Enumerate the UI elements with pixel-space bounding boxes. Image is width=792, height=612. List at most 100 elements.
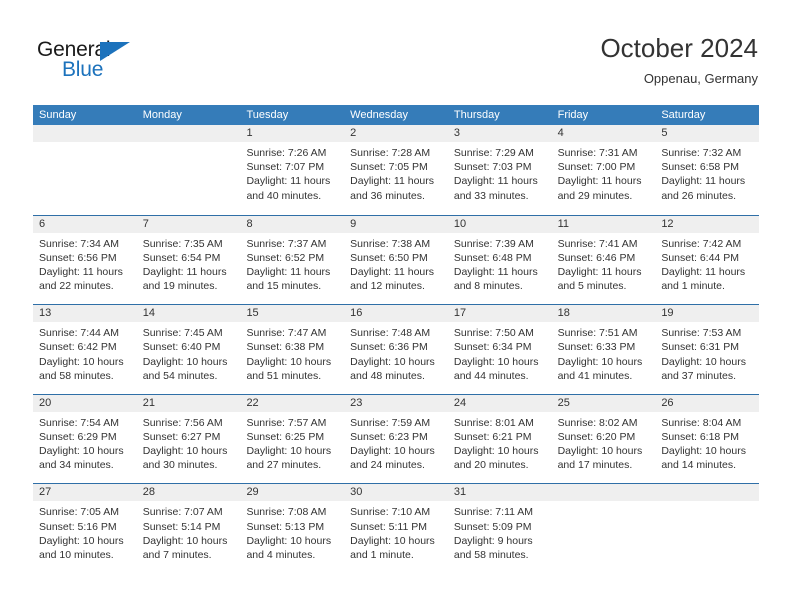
sunrise-line: Sunrise: 7:51 AM [557,327,638,340]
day-cell[interactable]: 10 Sunrise: 7:39 AM Sunset: 6:48 PM Dayligh… [447,215,552,305]
day-cell[interactable]: 1 Sunrise: 7:26 AM Sunset: 7:07 PM Daylight… [240,125,345,215]
day-cell[interactable]: 13 Sunrise: 7:44 AM Sunset: 6:42 PM Dayligh… [33,305,137,394]
daylight-line-1: Daylight: 10 hours [39,445,124,458]
date-number: 12 [661,217,674,230]
day-details: Sunrise: 7:39 AM Sunset: 6:48 PM Daylight:… [448,233,552,294]
week-row: 1 Sunrise: 7:26 AM Sunset: 7:07 PM Daylight… [33,125,760,215]
date-number: 13 [39,307,52,320]
sunset-line: Sunset: 5:14 PM [142,520,221,533]
date-band: 22 [240,394,345,412]
daylight-line-2: and 8 minutes. [453,280,523,293]
date-band [655,484,760,502]
day-cell[interactable]: 9 Sunrise: 7:38 AM Sunset: 6:50 PM Daylight… [344,215,448,305]
weekday-header-tuesday: Tuesday [246,109,289,121]
sunrise-line: Sunrise: 7:56 AM [142,416,223,429]
daylight-line-1: Daylight: 10 hours [350,534,435,547]
day-cell[interactable]: 17 Sunrise: 7:50 AM Sunset: 6:34 PM Dayligh… [447,305,552,394]
date-number: 5 [661,127,668,139]
day-cell[interactable]: 22 Sunrise: 7:57 AM Sunset: 6:25 PM Dayligh… [240,394,345,484]
sunset-line: Sunset: 6:44 PM [661,251,739,264]
daylight-line-2: and 24 minutes. [350,459,425,472]
daylight-line-2: and 4 minutes. [246,548,316,561]
week-row: 6 Sunrise: 7:34 AM Sunset: 6:56 PM Daylight… [33,214,760,305]
day-details: Sunrise: 7:08 AM Sunset: 5:13 PM Daylight:… [240,501,344,562]
day-cell[interactable]: 4 Sunrise: 7:31 AM Sunset: 7:00 PM Daylight… [551,125,656,215]
daylight-line-1: Daylight: 10 hours [39,534,124,547]
sunset-line: Sunset: 5:09 PM [453,520,532,533]
day-details: Sunrise: 7:35 AM Sunset: 6:54 PM Daylight:… [137,233,241,294]
logo-text-blue: Blue [62,58,104,81]
day-cell[interactable]: 21 Sunrise: 7:56 AM Sunset: 6:27 PM Dayligh… [136,394,241,484]
logo-triangle-icon [100,42,130,61]
weekday-header-sunday: Sunday [39,109,77,121]
date-number: 29 [246,486,259,499]
day-cell[interactable]: 8 Sunrise: 7:37 AM Sunset: 6:52 PM Daylight… [240,215,345,305]
day-cell[interactable]: 28 Sunrise: 7:07 AM Sunset: 5:14 PM Dayligh… [136,484,241,573]
week-row: 27 Sunrise: 7:05 AM Sunset: 5:16 PM Dayligh… [33,483,760,573]
day-cell[interactable]: 23 Sunrise: 7:59 AM Sunset: 6:23 PM Dayligh… [344,394,448,484]
day-cell[interactable]: 25 Sunrise: 8:02 AM Sunset: 6:20 PM Dayligh… [551,394,656,484]
daylight-line-2: and 58 minutes. [39,369,114,382]
daylight-line-1: Daylight: 11 hours [453,266,538,278]
daylight-line-2: and 29 minutes. [557,189,633,202]
sunset-line: Sunset: 7:00 PM [557,161,636,174]
day-cell[interactable]: 6 Sunrise: 7:34 AM Sunset: 6:56 PM Daylight… [33,215,137,305]
day-cell[interactable]: 12 Sunrise: 7:42 AM Sunset: 6:44 PM Dayligh… [655,215,760,305]
day-cell[interactable]: 15 Sunrise: 7:47 AM Sunset: 6:38 PM Dayligh… [240,305,345,394]
sunset-line: Sunset: 6:46 PM [557,251,636,264]
day-cell[interactable]: 20 Sunrise: 7:54 AM Sunset: 6:29 PM Dayligh… [33,394,137,484]
date-number: 21 [142,396,155,409]
day-details: Sunrise: 7:32 AM Sunset: 6:58 PM Daylight:… [655,142,759,203]
day-cell[interactable]: 27 Sunrise: 7:05 AM Sunset: 5:16 PM Dayligh… [33,484,137,573]
day-cell[interactable]: 24 Sunrise: 8:01 AM Sunset: 6:21 PM Dayligh… [447,394,552,484]
location-subtitle: Oppenau, Germany [643,71,758,86]
sunset-line: Sunset: 6:23 PM [350,430,428,443]
day-cell[interactable]: 5 Sunrise: 7:32 AM Sunset: 6:58 PM Daylight… [655,125,760,215]
daylight-line-2: and 20 minutes. [453,459,529,472]
date-band: 23 [344,394,448,412]
day-cell[interactable]: 30 Sunrise: 7:10 AM Sunset: 5:11 PM Dayligh… [344,484,448,573]
date-band [551,484,656,502]
day-cell[interactable]: 7 Sunrise: 7:35 AM Sunset: 6:54 PM Daylight… [136,215,241,305]
date-band [136,125,241,142]
weekday-header-monday: Monday [142,109,182,121]
daylight-line-2: and 12 minutes. [350,280,425,293]
date-number: 1 [246,127,253,139]
date-number: 9 [350,217,357,230]
day-details: Sunrise: 7:50 AM Sunset: 6:34 PM Daylight:… [448,322,552,383]
week-row: 13 Sunrise: 7:44 AM Sunset: 6:42 PM Dayligh… [33,304,760,394]
sunrise-line: Sunrise: 7:42 AM [661,237,742,250]
daylight-line-2: and 48 minutes. [350,369,425,382]
day-cell[interactable]: 2 Sunrise: 7:28 AM Sunset: 7:05 PM Daylight… [344,125,448,215]
day-cell[interactable]: 29 Sunrise: 7:08 AM Sunset: 5:13 PM Dayligh… [240,484,345,573]
date-number: 15 [246,307,259,320]
day-details: Sunrise: 7:47 AM Sunset: 6:38 PM Daylight:… [240,322,344,383]
daylight-line-2: and 41 minutes. [557,369,633,382]
day-cell[interactable]: 16 Sunrise: 7:48 AM Sunset: 6:36 PM Dayligh… [344,305,448,394]
sunrise-line: Sunrise: 7:10 AM [350,506,431,519]
daylight-line-2: and 54 minutes. [142,369,218,382]
daylight-line-1: Daylight: 10 hours [142,355,228,368]
daylight-line-1: Daylight: 11 hours [142,266,227,278]
day-details: Sunrise: 7:11 AM Sunset: 5:09 PM Daylight:… [448,501,552,562]
day-cell[interactable]: 26 Sunrise: 8:04 AM Sunset: 6:18 PM Dayligh… [655,394,760,484]
daylight-line-1: Daylight: 10 hours [453,355,539,368]
sunset-line: Sunset: 6:50 PM [350,251,428,264]
daylight-line-2: and 22 minutes. [39,280,114,293]
date-number: 17 [453,307,467,320]
daylight-line-1: Daylight: 11 hours [661,175,746,188]
date-band: 6 [33,215,137,233]
day-cell[interactable]: 18 Sunrise: 7:51 AM Sunset: 6:33 PM Dayligh… [551,305,656,394]
sunrise-line: Sunrise: 7:59 AM [350,416,431,429]
sunset-line: Sunset: 6:27 PM [142,430,221,443]
date-number: 7 [142,217,149,230]
day-cell[interactable]: 11 Sunrise: 7:41 AM Sunset: 6:46 PM Dayligh… [551,215,656,305]
day-cell[interactable]: 19 Sunrise: 7:53 AM Sunset: 6:31 PM Dayligh… [655,305,760,394]
day-cell[interactable]: 14 Sunrise: 7:45 AM Sunset: 6:40 PM Dayligh… [136,305,241,394]
day-cell[interactable]: 31 Sunrise: 7:11 AM Sunset: 5:09 PM Dayligh… [447,484,552,573]
title-block: October 2024 Oppenau, Germany [600,32,758,88]
day-details: Sunrise: 7:56 AM Sunset: 6:27 PM Daylight:… [137,412,241,473]
day-cell[interactable]: 3 Sunrise: 7:29 AM Sunset: 7:03 PM Daylight… [447,125,552,215]
sunrise-line: Sunrise: 7:34 AM [39,237,119,250]
daylight-line-1: Daylight: 10 hours [39,355,124,368]
